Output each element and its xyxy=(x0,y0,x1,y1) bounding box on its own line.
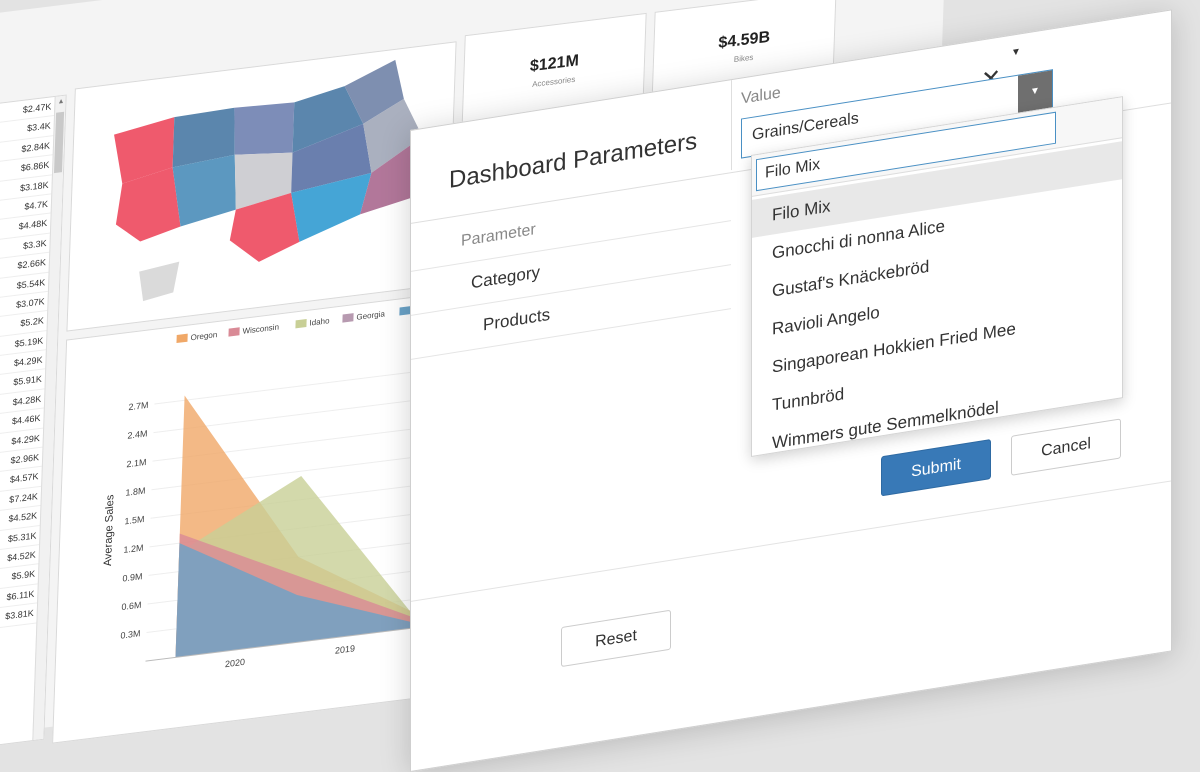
grid-cell: $4.29K xyxy=(11,433,40,447)
legend-item[interactable]: Wisconsin xyxy=(228,322,279,337)
y-tick-label: 1.5M xyxy=(124,514,144,526)
chevron-down-icon[interactable]: ▼ xyxy=(1011,46,1021,59)
gridline xyxy=(154,369,434,404)
legend-swatch xyxy=(176,334,187,343)
y-tick-label: 2.4M xyxy=(127,428,147,440)
legend-item[interactable]: Oregon xyxy=(176,330,217,344)
grid-cell: $3.4K xyxy=(27,121,51,134)
dashboard-parameters-dialog[interactable]: Dashboard Parameters ✕ Value ▼ Parameter… xyxy=(410,9,1172,772)
grid-cell: $5.2K xyxy=(20,316,44,329)
submit-button[interactable]: Submit xyxy=(881,439,991,496)
legend-swatch xyxy=(342,313,353,322)
grid-cell: $2.66K xyxy=(17,257,46,271)
grid-cell: $5.91K xyxy=(13,374,42,388)
grid-cell: $4.7K xyxy=(24,199,48,212)
footer-divider xyxy=(411,480,1171,601)
grid-cell: $3.3K xyxy=(23,238,47,251)
grid-cell: $2.47K xyxy=(23,101,52,115)
area-chart-card[interactable]: Oregon Wisconsin Idaho Georgia 0.3M 0.6M 0.9M… xyxy=(52,293,448,744)
x-tick-label: 2020 xyxy=(225,657,245,669)
grid-cell: $5.9K xyxy=(11,569,35,582)
y-tick-label: 0.9M xyxy=(122,571,142,583)
x-tick-label: 2019 xyxy=(335,643,355,655)
map-region[interactable] xyxy=(233,100,295,160)
map-card[interactable] xyxy=(66,41,456,331)
grid-cell: $4.57K xyxy=(10,472,39,486)
scroll-thumb[interactable] xyxy=(54,112,64,173)
y-tick-label: 0.3M xyxy=(120,628,140,640)
grid-cell: $6.11K xyxy=(6,588,34,601)
us-choropleth-map[interactable] xyxy=(67,42,455,330)
grid-cell: $4.52K xyxy=(8,511,37,525)
parameter-products[interactable]: Products xyxy=(483,305,550,336)
y-tick-label: 2.7M xyxy=(128,400,148,412)
legend-swatch xyxy=(228,327,239,336)
grid-cell: $3.07K xyxy=(16,296,45,310)
y-tick-label: 0.6M xyxy=(121,600,141,612)
grid-cell: $4.29K xyxy=(14,355,43,369)
row-divider xyxy=(411,220,731,272)
column-divider xyxy=(731,80,732,170)
y-tick-label: 2.1M xyxy=(126,457,146,469)
y-axis-label: Average Sales xyxy=(102,493,116,567)
grid-cell: $3.81K xyxy=(5,608,34,622)
legend-label: Oregon xyxy=(190,330,217,342)
parameter-column-header: Parameter xyxy=(461,221,536,251)
reset-button[interactable]: Reset xyxy=(561,610,671,667)
y-tick-label: 1.2M xyxy=(123,543,143,555)
products-dropdown[interactable]: Filo MixGnocchi di nonna AliceGustaf's K… xyxy=(751,96,1123,457)
grid-cell: $4.28K xyxy=(13,394,42,408)
legend-label: Georgia xyxy=(356,309,385,322)
cancel-button[interactable]: Cancel xyxy=(1011,418,1121,475)
legend-swatch xyxy=(399,306,410,315)
row-divider xyxy=(411,264,731,316)
parameter-category[interactable]: Category xyxy=(471,262,540,293)
grid-cell: $6.86K xyxy=(21,160,50,174)
dialog-title: Dashboard Parameters xyxy=(449,128,697,195)
grid-cell: $3.18K xyxy=(20,179,49,193)
grid-cell: $5.31K xyxy=(8,530,37,544)
grid-cell: $5.19K xyxy=(15,335,44,349)
grid-cell: $2.84K xyxy=(21,140,50,154)
value-column-header: Value xyxy=(741,84,781,108)
legend-item[interactable]: Georgia xyxy=(342,309,385,323)
grid-cell: $5.54K xyxy=(17,277,46,291)
legend-swatch xyxy=(295,319,306,328)
row-divider xyxy=(411,308,731,360)
map-region[interactable] xyxy=(138,262,179,302)
grid-cell: $4.46K xyxy=(12,413,41,427)
grid-cell: $4.48K xyxy=(19,218,48,232)
grid-cell: $2.96K xyxy=(10,452,39,466)
y-tick-label: 1.8M xyxy=(125,485,145,497)
grid-cell: $7.24K xyxy=(9,491,38,505)
grid-cell: $4.52K xyxy=(7,550,36,564)
legend-item[interactable]: Idaho xyxy=(295,316,329,329)
legend-label: Wisconsin xyxy=(242,322,279,336)
scroll-up-icon[interactable]: ▲ xyxy=(57,98,64,106)
legend-label: Idaho xyxy=(309,316,329,328)
